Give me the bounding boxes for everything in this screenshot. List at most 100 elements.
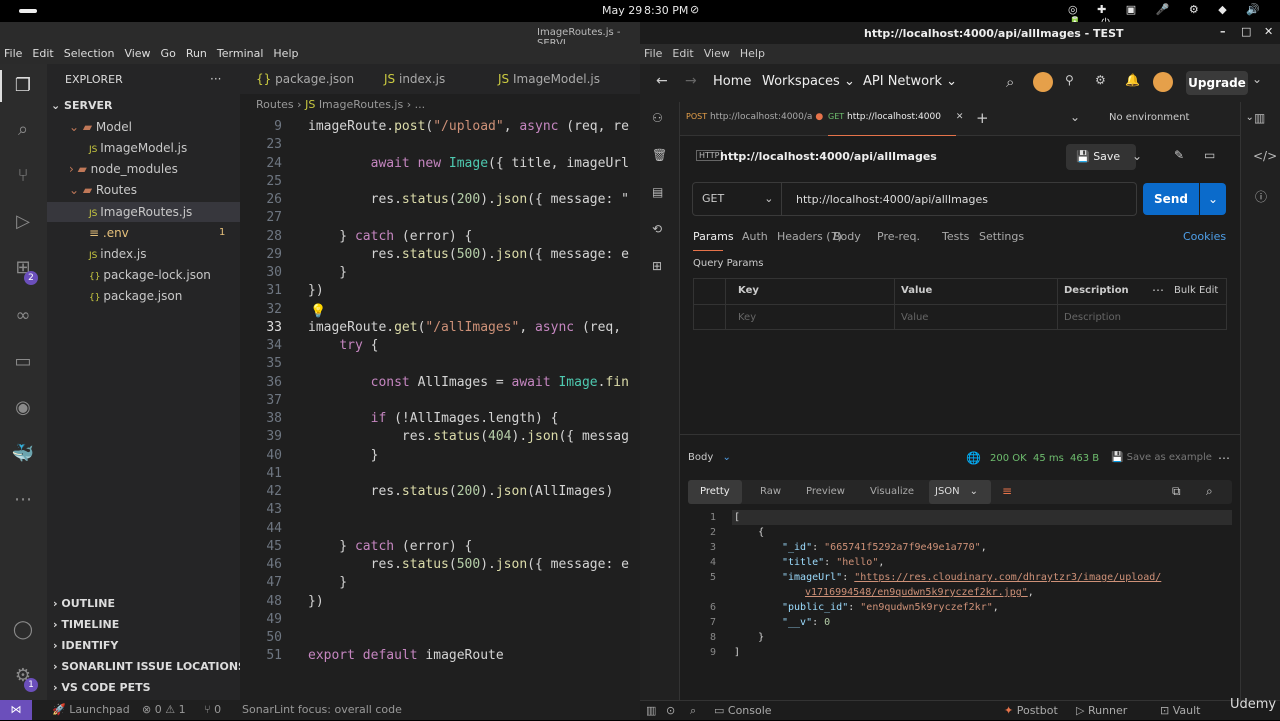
menu-selection[interactable]: Selection: [64, 47, 115, 60]
response-body[interactable]: 1[2 {3 "_id": "665741f5292a7f9e49e1a770",…: [680, 510, 1240, 670]
code-icon[interactable]: </>: [1253, 149, 1277, 163]
url-input[interactable]: http://localhost:4000/api/allImages: [796, 193, 988, 206]
minimize-icon[interactable]: –: [1220, 25, 1226, 38]
back-icon[interactable]: ←: [656, 73, 668, 89]
explorer-root[interactable]: ⌄ SERVER: [51, 96, 112, 116]
send-chevron-icon[interactable]: ⌄: [1200, 183, 1226, 215]
tab-post-request[interactable]: POST http://localhost:4000/a ●: [686, 112, 823, 122]
workspace-settings-icon[interactable]: ▥: [1254, 111, 1265, 125]
upgrade-button[interactable]: Upgrade: [1186, 71, 1248, 95]
tab-settings[interactable]: Settings: [979, 230, 1024, 243]
tree-item-imageroutes-js[interactable]: JS ImageRoutes.js: [47, 202, 240, 222]
system-time[interactable]: 8:30 PM: [644, 4, 688, 17]
vault-button[interactable]: ⊡ Vault: [1160, 701, 1200, 721]
find-icon[interactable]: ⌕: [690, 701, 696, 721]
copy-icon[interactable]: ⧉: [1172, 484, 1181, 499]
section-timeline[interactable]: › TIMELINE: [53, 615, 119, 635]
user-avatar[interactable]: [1153, 72, 1173, 92]
response-status[interactable]: 200 OK: [990, 453, 1027, 464]
postbot-button[interactable]: ✦ Postbot: [1004, 701, 1058, 721]
menu-go[interactable]: Go: [161, 47, 176, 60]
menu-terminal[interactable]: Terminal: [217, 47, 264, 60]
tab-body[interactable]: Body: [833, 230, 861, 243]
team-icon[interactable]: ⚇: [652, 111, 663, 125]
section-sonarlint-issue-locations[interactable]: › SONARLINT ISSUE LOCATIONS: [53, 657, 246, 677]
notification-off-icon[interactable]: ⊘: [690, 3, 699, 16]
menu-edit[interactable]: Edit: [672, 47, 693, 60]
remote-explorer-icon[interactable]: ▭: [11, 350, 35, 374]
sonarlint-status[interactable]: SonarLint focus: overall code: [242, 700, 402, 720]
account-icon[interactable]: ◯: [11, 618, 35, 642]
response-time[interactable]: 45 ms: [1033, 453, 1064, 464]
section-vs-code-pets[interactable]: › VS CODE PETS: [53, 678, 151, 698]
comments-icon[interactable]: ▭: [1204, 148, 1215, 162]
bell-icon[interactable]: 🔔: [1125, 73, 1140, 87]
tab-tests[interactable]: Tests: [942, 230, 969, 243]
settings-icon[interactable]: ⚙: [1095, 73, 1106, 87]
runner-button[interactable]: ▷ Runner: [1076, 701, 1127, 721]
apps-icon[interactable]: ⊞: [652, 259, 662, 273]
tab-get-request[interactable]: GET http://localhost:4000 ✕: [828, 112, 963, 122]
tab-auth[interactable]: Auth: [742, 230, 768, 243]
view-raw[interactable]: Raw: [748, 480, 793, 504]
history-icon[interactable]: ⟲: [652, 222, 662, 236]
avatar[interactable]: [1033, 72, 1053, 92]
forward-icon[interactable]: →: [685, 73, 697, 89]
run-debug-icon[interactable]: ▷: [11, 210, 35, 234]
upgrade-chevron-icon[interactable]: ⌄: [1252, 72, 1262, 86]
environment-selector[interactable]: No environment ⌄: [1109, 112, 1254, 123]
workspaces-dropdown[interactable]: Workspaces ⌄: [762, 74, 855, 89]
tree-item-routes[interactable]: ⌄ ▰ Routes: [47, 180, 240, 200]
bulk-edit-link[interactable]: Bulk Edit: [1174, 285, 1218, 296]
search-icon[interactable]: ⌕: [11, 118, 35, 142]
response-more-icon[interactable]: ⋯: [1218, 451, 1230, 465]
menu-help[interactable]: Help: [740, 47, 765, 60]
tree-item-index-js[interactable]: JS index.js: [47, 244, 240, 264]
code-area[interactable]: 9 imageRoute.post("/upload", async (req, …: [240, 118, 640, 678]
cookies-link[interactable]: Cookies: [1183, 230, 1226, 243]
remote-indicator[interactable]: ⋈: [0, 700, 32, 720]
tree-item-package-lock-json[interactable]: {} package-lock.json: [47, 265, 240, 285]
response-body-dropdown[interactable]: Body ⌄: [688, 452, 731, 463]
collections-icon[interactable]: ▤: [652, 185, 663, 199]
api-network-dropdown[interactable]: API Network ⌄: [863, 74, 957, 89]
tab-index-js[interactable]: JS index.js: [376, 64, 486, 94]
tree-item-node-modules[interactable]: › ▰ node_modules: [47, 159, 240, 179]
trash-icon[interactable]: 🗑: [652, 148, 667, 162]
invite-icon[interactable]: ⚲: [1065, 73, 1074, 87]
method-select[interactable]: GET ⌄: [692, 182, 782, 216]
problems-item[interactable]: ⊗ 0 ⚠ 1: [142, 700, 186, 720]
new-tab-icon[interactable]: +: [976, 109, 989, 127]
save-example-button[interactable]: 💾 Save as example: [1111, 452, 1212, 463]
menu-file[interactable]: File: [644, 47, 662, 60]
close-icon[interactable]: ✕: [1264, 25, 1273, 38]
ports-item[interactable]: ⑂ 0: [204, 700, 221, 720]
tree-item-imagemodel-js[interactable]: JS ImageModel.js: [47, 138, 240, 158]
view-pretty[interactable]: Pretty: [688, 480, 742, 504]
tab-pre-req[interactable]: Pre-req.: [877, 230, 920, 243]
maximize-icon[interactable]: □: [1241, 25, 1251, 38]
breadcrumb-file[interactable]: ImageRoutes.js: [319, 98, 403, 111]
launchpad-item[interactable]: 🚀 Launchpad: [52, 700, 130, 720]
send-button[interactable]: Send: [1143, 183, 1199, 215]
wrap-lines-icon[interactable]: ≡: [1002, 484, 1012, 498]
sidebar-toggle-icon[interactable]: ▥: [646, 701, 656, 721]
lightbulb-icon[interactable]: 💡: [310, 304, 326, 319]
save-button[interactable]: 💾 Save: [1066, 144, 1136, 170]
breadcrumb-tail[interactable]: ...: [415, 98, 426, 111]
section-outline[interactable]: › OUTLINE: [53, 594, 115, 614]
edit-icon[interactable]: ✎: [1174, 148, 1184, 162]
more-options-icon[interactable]: ⋯: [1152, 283, 1164, 297]
menu-edit[interactable]: Edit: [32, 47, 53, 60]
tabs-overflow-icon[interactable]: ⌄: [1070, 110, 1080, 124]
home-link[interactable]: Home: [713, 74, 751, 89]
tree-item-env[interactable]: ≡ .env 1: [47, 223, 240, 243]
menu-view[interactable]: View: [704, 47, 730, 60]
search-icon[interactable]: ⌕: [1006, 73, 1014, 91]
tab-image-model-js[interactable]: JS ImageModel.js: [490, 64, 630, 94]
format-select[interactable]: JSON ⌄: [929, 480, 991, 504]
breadcrumb-folder[interactable]: Routes: [256, 98, 294, 111]
section-identify[interactable]: › IDENTIFY: [53, 636, 118, 656]
tab-params[interactable]: Params: [693, 230, 734, 243]
activities-indicator[interactable]: [19, 9, 37, 13]
